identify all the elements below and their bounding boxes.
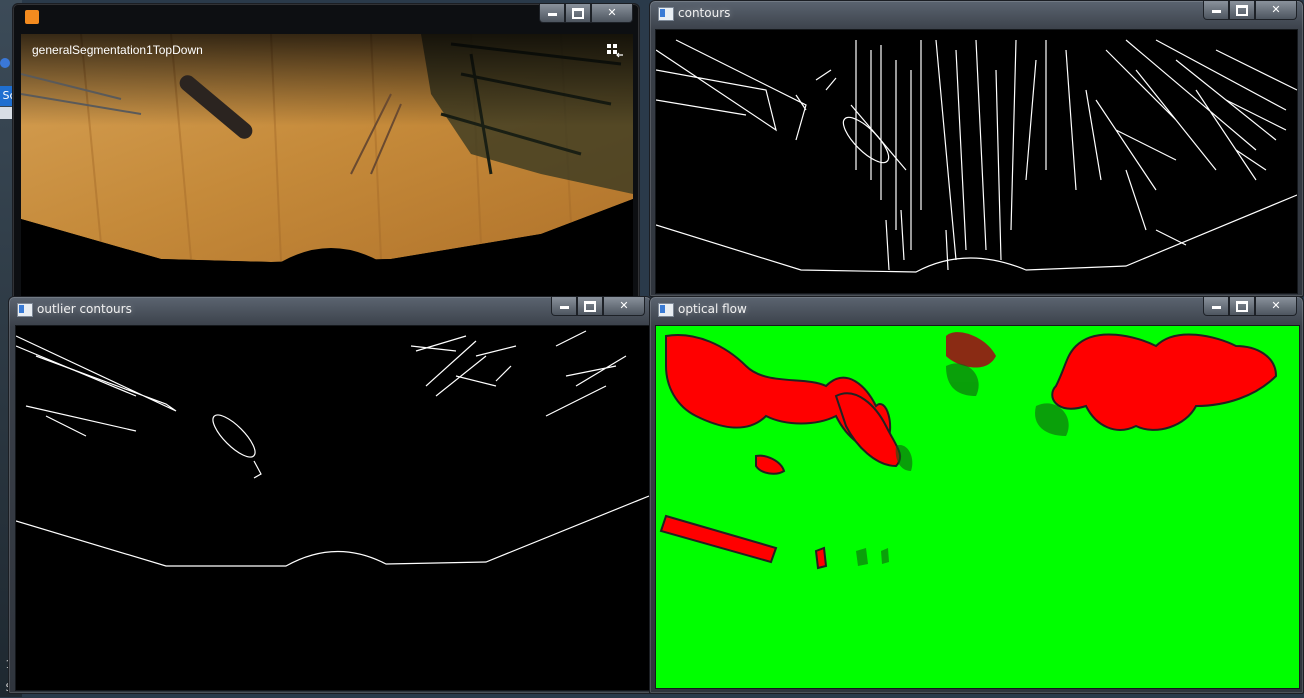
video-title: generalSegmentation1TopDown [32, 43, 203, 57]
video-titlebar[interactable]: ✕ [13, 4, 639, 30]
desktop-app-icon[interactable] [0, 107, 12, 119]
maximize-button[interactable] [577, 297, 603, 316]
window-icon [658, 7, 674, 21]
minimize-icon [1211, 10, 1221, 13]
window-icon [17, 303, 33, 317]
floor-image [21, 34, 633, 296]
window-icon [658, 303, 674, 317]
close-button[interactable]: ✕ [1255, 1, 1297, 20]
maximize-button[interactable] [1229, 1, 1255, 20]
minimize-icon [1211, 306, 1221, 309]
contours-image [656, 39, 1297, 273]
close-button[interactable]: ✕ [603, 297, 645, 316]
minimize-icon [559, 306, 569, 309]
video-window[interactable]: ✕ generalSegmentation1TopDown [12, 3, 640, 298]
maximize-icon [584, 301, 596, 312]
maximize-icon [572, 8, 584, 19]
maximize-icon [1236, 5, 1248, 16]
outlier-window[interactable]: outlier contours ✕ [8, 296, 652, 694]
flow-window[interactable]: optical flow ✕ [649, 296, 1304, 694]
close-button[interactable]: ✕ [591, 4, 633, 23]
window-title: optical flow [678, 302, 747, 316]
maximize-icon [1236, 301, 1248, 312]
video-frame: generalSegmentation1TopDown [21, 34, 633, 296]
desktop-circle-icon [0, 58, 10, 68]
window-title: outlier contours [37, 302, 132, 316]
close-button[interactable]: ✕ [1255, 297, 1297, 316]
outlier-canvas [15, 325, 650, 691]
window-title: contours [678, 6, 731, 20]
optical-flow-image [659, 332, 1278, 570]
outlier-titlebar[interactable]: outlier contours ✕ [9, 297, 651, 323]
minimize-button[interactable] [539, 4, 565, 23]
grid-menu-icon[interactable] [607, 44, 623, 58]
minimize-button[interactable] [1203, 1, 1229, 20]
app-icon [25, 10, 39, 24]
flow-titlebar[interactable]: optical flow ✕ [650, 297, 1303, 323]
maximize-button[interactable] [1229, 297, 1255, 316]
minimize-button[interactable] [1203, 297, 1229, 316]
contours-window[interactable]: contours ✕ [649, 0, 1304, 297]
outlier-contours-image [16, 330, 649, 567]
minimize-button[interactable] [551, 297, 577, 316]
contours-canvas [655, 29, 1298, 294]
minimize-icon [547, 13, 557, 16]
maximize-button[interactable] [565, 4, 591, 23]
flow-canvas [655, 325, 1300, 689]
contours-titlebar[interactable]: contours ✕ [650, 1, 1303, 27]
